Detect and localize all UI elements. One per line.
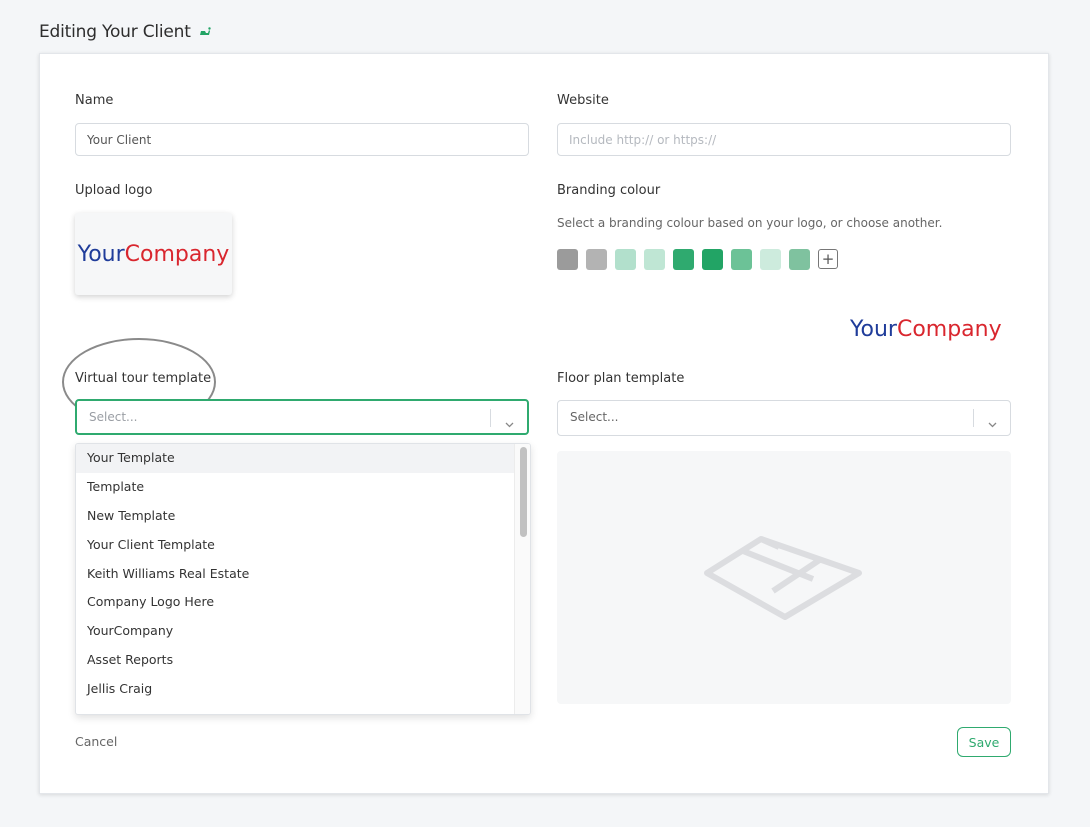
logo-text-your: Your <box>77 241 125 267</box>
colour-swatches: + <box>557 249 838 270</box>
name-field[interactable]: Your Client <box>75 123 529 156</box>
page-title: Editing Your Client <box>39 22 211 42</box>
logo-upload[interactable]: Your Company <box>75 213 232 295</box>
upload-logo-label: Upload logo <box>75 183 153 198</box>
dropdown-option[interactable]: Your Client Template <box>76 531 514 560</box>
save-button[interactable]: Save <box>957 727 1011 757</box>
virtual-tour-placeholder: Select... <box>89 410 138 424</box>
dropdown-option[interactable]: Jellis Craig <box>76 675 514 704</box>
logo-preview: YourCompany <box>850 317 1002 342</box>
select-separator <box>973 409 974 427</box>
dropdown-scrollbar[interactable] <box>514 444 530 714</box>
cancel-button[interactable]: Cancel <box>75 734 117 749</box>
colour-swatch[interactable] <box>586 249 607 270</box>
virtual-tour-label: Virtual tour template <box>75 371 212 386</box>
page-title-text: Editing Your Client <box>39 22 191 42</box>
add-colour-button[interactable]: + <box>818 249 838 269</box>
floor-plan-preview <box>557 451 1011 704</box>
colour-swatch[interactable] <box>557 249 578 270</box>
colour-swatch[interactable] <box>702 249 723 270</box>
branding-colour-label: Branding colour <box>557 183 661 198</box>
colour-swatch[interactable] <box>615 249 636 270</box>
website-label: Website <box>557 93 609 108</box>
edit-icon[interactable] <box>199 22 211 42</box>
dropdown-option[interactable]: YourCompany <box>76 617 514 646</box>
chevron-down-icon[interactable] <box>505 413 514 432</box>
floor-plan-icon <box>704 536 862 620</box>
dropdown-scrollbar-thumb[interactable] <box>520 447 527 537</box>
dropdown-option[interactable]: Company Logo Here <box>76 588 514 617</box>
virtual-tour-dropdown-menu: Your Template Template New Template Your Cl… <box>75 443 531 715</box>
preview-text-your: Your <box>850 317 897 342</box>
dropdown-option[interactable]: Your Template <box>76 444 514 473</box>
select-separator <box>490 409 491 427</box>
colour-swatch[interactable] <box>673 249 694 270</box>
client-form-card: Name Your Client Website Include http://… <box>39 53 1049 794</box>
dropdown-option[interactable]: Template <box>76 473 514 502</box>
colour-swatch[interactable] <box>644 249 665 270</box>
colour-swatch[interactable] <box>789 249 810 270</box>
website-field[interactable]: Include http:// or https:// <box>557 123 1011 156</box>
branding-help-text: Select a branding colour based on your l… <box>557 216 943 230</box>
dropdown-option[interactable]: Asset Reports <box>76 646 514 675</box>
dropdown-options-list: Your Template Template New Template Your Cl… <box>76 444 530 704</box>
chevron-down-icon[interactable] <box>988 413 997 432</box>
logo-text-company: Company <box>124 241 230 267</box>
floor-plan-placeholder: Select... <box>570 410 619 424</box>
colour-swatch[interactable] <box>760 249 781 270</box>
dropdown-option[interactable]: Keith Williams Real Estate <box>76 560 514 589</box>
dropdown-option[interactable]: New Template <box>76 502 514 531</box>
preview-text-company: Company <box>896 317 1002 342</box>
virtual-tour-select[interactable]: Select... <box>75 399 529 435</box>
floor-plan-label: Floor plan template <box>557 371 685 386</box>
colour-swatch[interactable] <box>731 249 752 270</box>
floor-plan-select[interactable]: Select... <box>557 400 1011 436</box>
name-label: Name <box>75 93 114 108</box>
